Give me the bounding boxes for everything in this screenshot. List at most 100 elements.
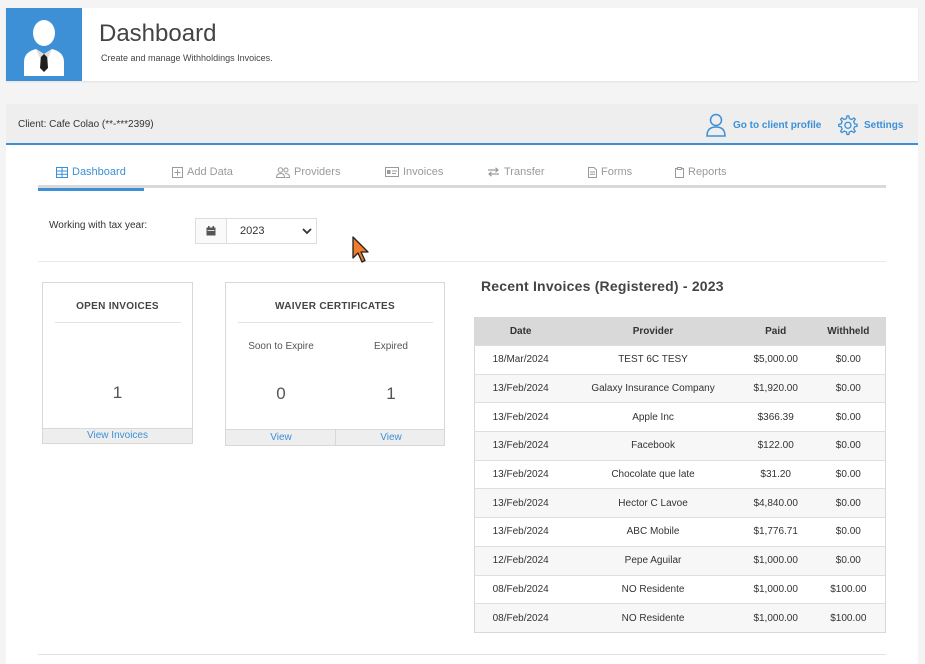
settings-link[interactable]: Settings: [836, 113, 903, 137]
cell-withheld: $0.00: [811, 459, 886, 489]
tab-invoices[interactable]: Invoices: [385, 156, 443, 188]
cell-paid: $122.00: [739, 431, 812, 461]
cell-date: 13/Feb/2024: [474, 402, 567, 432]
table-header-row: Date Provider Paid Withheld: [474, 317, 886, 346]
table-row[interactable]: 13/Feb/2024 ABC Mobile $1,776.71 $0.00: [474, 517, 886, 547]
view-expired-link[interactable]: View: [336, 432, 446, 443]
card-footer: View Invoices: [43, 428, 192, 443]
cell-withheld: $100.00: [811, 603, 886, 633]
client-bar: Client: Cafe Colao (**-***2399) Go to cl…: [6, 104, 918, 145]
client-label: Client: Cafe Colao (**-***2399): [18, 119, 154, 130]
file-icon: [588, 166, 597, 178]
cell-provider: TEST 6C TESY: [566, 345, 740, 375]
table-row[interactable]: 08/Feb/2024 NO Residente $1,000.00 $100.00: [474, 574, 886, 604]
settings-link-label: Settings: [864, 119, 904, 131]
tab-dashboard[interactable]: Dashboard: [38, 156, 144, 191]
recent-invoices-table: Date Provider Paid Withheld 18/Mar/2024 T…: [474, 317, 886, 633]
cell-provider: Facebook: [566, 431, 740, 461]
tab-add-data[interactable]: Add Data: [172, 156, 233, 188]
avatar: [6, 8, 82, 81]
table-row[interactable]: 13/Feb/2024 Facebook $122.00 $0.00: [474, 431, 886, 461]
users-icon: [276, 166, 290, 178]
view-invoices-link[interactable]: View Invoices: [43, 430, 192, 441]
expired-label: Expired: [374, 341, 408, 352]
card-footer: View View: [226, 429, 444, 445]
tab-reports[interactable]: Reports: [675, 156, 727, 188]
cell-provider: Galaxy Insurance Company: [566, 373, 740, 403]
page-header: Dashboard Create and manage Withholdings…: [6, 8, 918, 81]
cell-provider: Pepe Aguilar: [566, 545, 740, 575]
tab-label: Providers: [294, 166, 341, 178]
plus-square-icon: [172, 166, 183, 178]
gear-icon: [838, 115, 858, 136]
table-row[interactable]: 12/Feb/2024 Pepe Aguilar $1,000.00 $0.00: [474, 545, 886, 575]
column-header-provider[interactable]: Provider: [566, 317, 740, 346]
cell-withheld: $0.00: [811, 545, 886, 575]
go-to-client-profile-link[interactable]: Go to client profile: [705, 113, 821, 137]
table-row[interactable]: 13/Feb/2024 Apple Inc $366.39 $0.00: [474, 402, 886, 432]
exchange-icon: [488, 167, 499, 177]
table-row[interactable]: 13/Feb/2024 Chocolate que late $31.20 $0.00: [474, 459, 886, 489]
chevron-down-icon: [298, 227, 316, 235]
tax-year-select[interactable]: 2023: [195, 218, 317, 244]
cell-paid: $4,840.00: [739, 488, 812, 518]
calendar-icon: [196, 219, 227, 243]
tab-providers[interactable]: Providers: [276, 156, 340, 188]
recent-invoices-title: Recent Invoices (Registered) - 2023: [481, 278, 724, 294]
divider: [38, 654, 886, 655]
tax-year-label: Working with tax year:: [49, 220, 148, 231]
cell-withheld: $0.00: [811, 488, 886, 518]
page-title: Dashboard: [99, 20, 217, 47]
open-invoices-count: 1: [112, 383, 123, 402]
table-row[interactable]: 13/Feb/2024 Hector C Lavoe $4,840.00 $0.00: [474, 488, 886, 518]
card-divider: [238, 322, 433, 323]
cell-date: 08/Feb/2024: [474, 603, 567, 633]
tax-year-value: 2023: [240, 225, 265, 237]
table-row[interactable]: 13/Feb/2024 Galaxy Insurance Company $1,92…: [474, 373, 886, 403]
user-tie-icon: [24, 20, 64, 76]
tab-label: Forms: [601, 166, 633, 178]
open-invoices-title: OPEN INVOICES: [76, 301, 159, 312]
cell-date: 13/Feb/2024: [474, 517, 567, 547]
cell-provider: NO Residente: [566, 603, 740, 633]
cell-paid: $366.39: [739, 402, 812, 432]
cell-paid: $1,776.71: [739, 517, 812, 547]
cell-date: 13/Feb/2024: [474, 431, 567, 461]
cell-withheld: $0.00: [811, 373, 886, 403]
column-header-date[interactable]: Date: [474, 317, 567, 346]
tab-label: Dashboard: [72, 166, 126, 178]
view-soon-to-expire-link[interactable]: View: [226, 432, 336, 443]
tab-transfer[interactable]: Transfer: [487, 156, 545, 188]
main-tabs: Dashboard Add Data Providers Invoices Tr…: [38, 156, 886, 191]
cell-withheld: $0.00: [811, 402, 886, 432]
cell-provider: Apple Inc: [566, 402, 740, 432]
cell-withheld: $0.00: [811, 431, 886, 461]
waiver-certificates-card: WAIVER CERTIFICATES Soon to Expire Expir…: [225, 282, 445, 446]
card-divider: [55, 322, 181, 323]
cell-paid: $1,920.00: [739, 373, 812, 403]
mouse-cursor-icon: [352, 236, 369, 263]
table-icon: [56, 166, 68, 178]
tab-label: Reports: [688, 166, 727, 178]
cell-date: 13/Feb/2024: [474, 459, 567, 489]
table-row[interactable]: 08/Feb/2024 NO Residente $1,000.00 $100.00: [474, 603, 886, 633]
cell-date: 18/Mar/2024: [474, 345, 567, 375]
cell-paid: $1,000.00: [739, 603, 812, 633]
cell-date: 13/Feb/2024: [474, 373, 567, 403]
cell-provider: NO Residente: [566, 574, 740, 604]
clipboard-icon: [675, 166, 684, 178]
main-panel: Client: Cafe Colao (**-***2399) Go to cl…: [6, 104, 918, 664]
open-invoices-card: OPEN INVOICES 1 View Invoices: [42, 282, 193, 444]
cell-withheld: $0.00: [811, 517, 886, 547]
column-header-paid[interactable]: Paid: [739, 317, 812, 346]
cell-paid: $31.20: [739, 459, 812, 489]
id-card-icon: [385, 167, 399, 177]
divider: [38, 261, 886, 262]
tab-forms[interactable]: Forms: [588, 156, 632, 188]
table-row[interactable]: 18/Mar/2024 TEST 6C TESY $5,000.00 $0.00: [474, 345, 886, 375]
cell-provider: ABC Mobile: [566, 517, 740, 547]
column-header-withheld[interactable]: Withheld: [811, 317, 886, 346]
cell-date: 13/Feb/2024: [474, 488, 567, 518]
soon-to-expire-count: 0: [276, 384, 286, 403]
cell-paid: $1,000.00: [739, 574, 812, 604]
